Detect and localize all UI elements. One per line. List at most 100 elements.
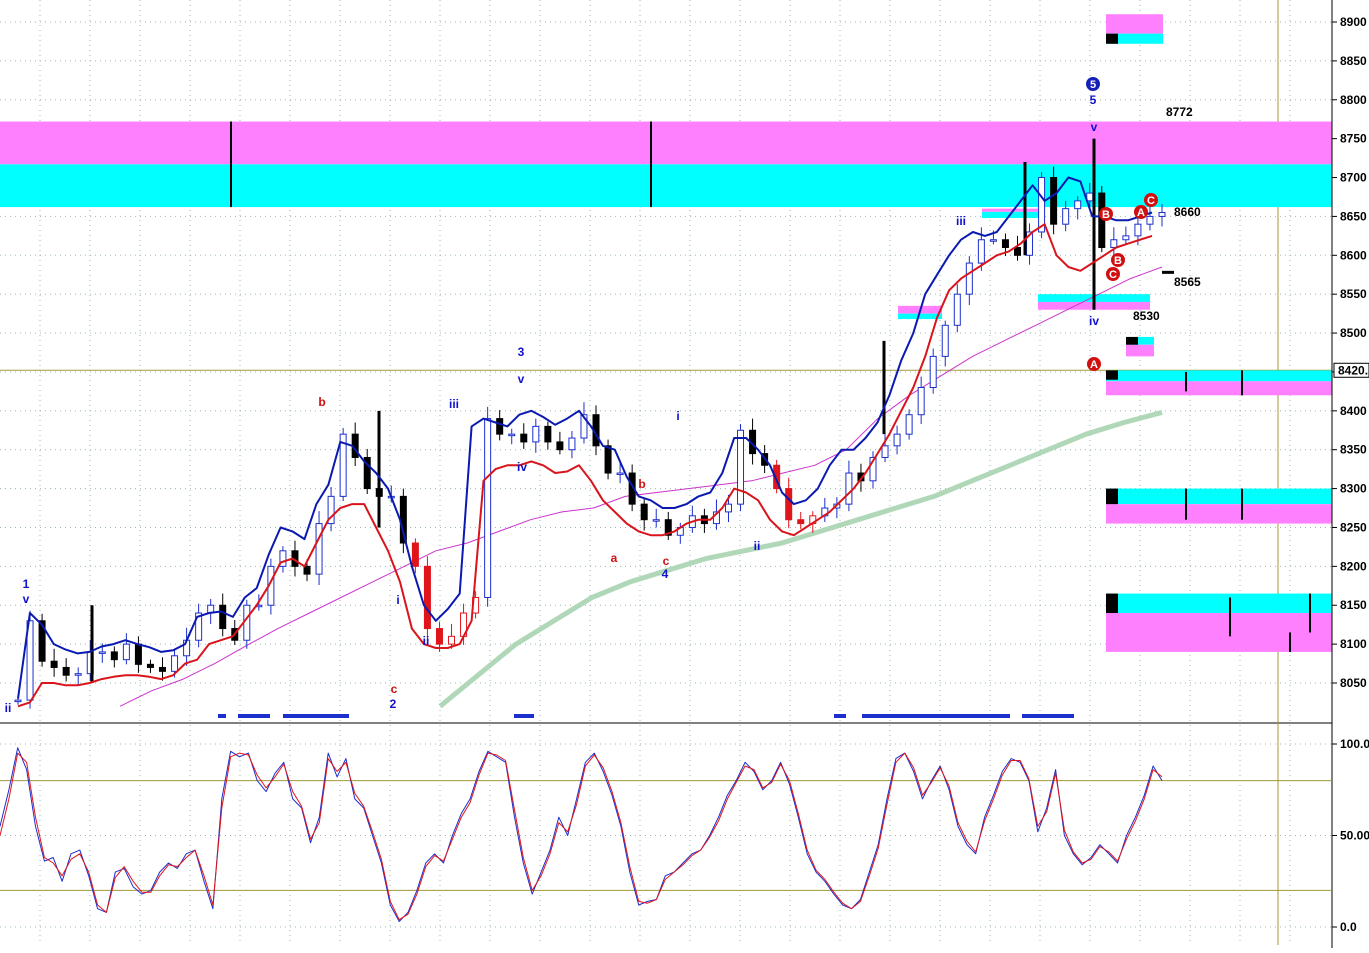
candle-body [1001,239,1009,249]
volume-marker [238,714,270,718]
candle-body [496,418,504,435]
wave-label: iv [1089,314,1099,328]
current-price-label: 8420. [1338,363,1368,377]
zone-marker-small [1126,336,1138,345]
candle-body [724,503,732,513]
wave-label: v [1091,120,1098,134]
wave-label: i [676,409,679,423]
zone-cyan-main [0,164,1332,208]
zone-magenta-8250 [1106,504,1332,524]
candle-body [532,425,540,443]
axis-tick-label: 8150 [1340,598,1367,612]
candle-body [652,519,660,522]
candle-body [484,418,492,598]
wave-label: b [638,477,645,491]
candle-body [14,699,22,703]
candle-body [965,262,973,295]
wave-label: iii [956,214,966,228]
candle-body [556,441,564,451]
price-label: 8565 [1174,275,1201,289]
candle-body [1050,177,1058,225]
price-axis: 8050810081508200825083008350840084508500… [1331,0,1369,948]
candle-body [1110,239,1118,249]
zone-marker-current [1106,370,1118,380]
axis-tick-label: 8900 [1340,15,1367,29]
axis-tick-label: 8600 [1340,248,1367,262]
candle-body [171,655,179,672]
candle-body [568,437,576,451]
elliott-wave-chart: ii1vbc2iiiiii3vivabc4iiiiii5viv5BCACBA87… [0,0,1369,948]
wave-label: iv [517,460,527,474]
candle-body [977,239,985,264]
candle-body [616,472,624,476]
candle-body [134,643,142,665]
circle-label: C [1147,195,1155,207]
candle-body [737,429,745,505]
candle-body [98,651,106,654]
volume-marker [514,714,534,718]
candle-body [122,643,130,661]
candle-body [411,542,419,567]
zone-cyan-8150 [1106,593,1332,614]
circle-label: A [1090,359,1098,371]
zone-cyan-8300 [1106,488,1332,505]
zone-small-magenta [1106,14,1163,34]
price-marker [1162,270,1174,274]
candle-body [797,519,805,525]
wave-label: ii [5,701,12,715]
wave-label: 5 [1090,93,1097,107]
candle-body [917,386,925,416]
circle-label: C [1109,269,1117,281]
price-label: 8530 [1133,309,1160,323]
candle-body [62,666,70,676]
zone-marker-8150 [1106,593,1118,614]
candle-body [508,433,516,437]
candle-body [448,635,456,645]
candle-body [1146,215,1154,225]
candle-body [1062,208,1070,225]
price-label: 8660 [1174,205,1201,219]
axis-tick-label: 8100 [1340,637,1367,651]
axis-tick-label: 8550 [1340,287,1367,301]
candle-body [941,324,949,357]
zone-marker-8300 [1106,488,1118,505]
osc-axis-tick-label: 0.0 [1340,920,1357,934]
circle-label: B [1114,255,1122,267]
wave-label: v [518,372,525,386]
axis-tick-label: 8500 [1340,326,1367,340]
chart-root: ii 1 v b c 2 i ii iii 3 v iv a b c 4 i ii iii 5 v iv 5 B C A C B A 87… [0,0,1369,948]
candle-body [1122,235,1130,241]
candle-body [423,565,431,630]
candle-body [74,673,82,676]
wave-label: 3 [518,345,525,359]
candle-body [881,445,889,458]
candle-body [544,425,552,443]
candle-body [435,628,443,645]
axis-tick-label: 8400 [1340,404,1367,418]
zone-cyan-current [1106,370,1332,382]
candle-body [905,414,913,435]
candle-body [1134,223,1142,237]
price-label: 8772 [1166,105,1193,119]
osc-axis-tick-label: 50.00 [1340,829,1369,843]
candle-body [520,433,528,443]
wave-label: iii [449,397,459,411]
circle-label: 5 [1090,79,1096,91]
wave-label: c [391,682,398,696]
axis-tick-label: 8250 [1340,520,1367,534]
osc-axis-tick-label: 100.0 [1340,737,1369,751]
circle-label: B [1102,209,1110,221]
candle-body [640,503,648,521]
zone-small-marker [1106,33,1118,44]
axis-tick-label: 8800 [1340,93,1367,107]
candle-body [303,565,311,575]
candle-body [1158,212,1166,217]
candle-body [953,293,961,326]
axis-tick-label: 8300 [1340,482,1367,496]
volume-marker [1022,714,1074,718]
candle-body [845,472,853,505]
wave-label: v [23,592,30,606]
axis-tick-label: 8650 [1340,209,1367,223]
wave-label: 2 [390,697,397,711]
candle-body [146,663,154,668]
